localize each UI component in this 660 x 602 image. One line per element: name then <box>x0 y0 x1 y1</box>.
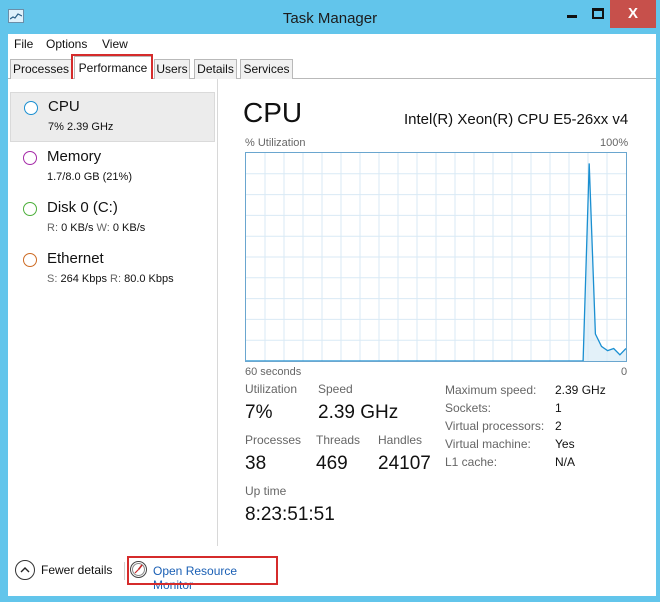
cpu-detail-pane: CPU Intel(R) Xeon(R) CPU E5-26xx v4 % Ut… <box>219 79 656 546</box>
performance-panel: CPU 7% 2.39 GHz Memory 1.7/8.0 GB (21%) … <box>8 79 656 546</box>
threads-label: Threads <box>316 433 361 447</box>
read-label: R: <box>47 222 58 234</box>
minimize-button[interactable] <box>558 0 586 28</box>
close-icon: X <box>627 5 638 22</box>
read-value: 0 KB/s <box>61 222 94 234</box>
sidebar-item-label: CPU <box>48 98 80 115</box>
virtual-processors-label: Virtual processors: <box>445 419 545 433</box>
menu-bar: File Options View <box>8 34 656 55</box>
tab-strip: Processes Performance Users Details Serv… <box>8 54 656 81</box>
open-resource-monitor-link[interactable]: Open Resource Monitor <box>127 556 278 592</box>
utilization-graph-label: % Utilization <box>245 137 306 149</box>
virtual-machine-value: Yes <box>555 437 575 451</box>
cpu-heading: CPU <box>243 97 303 128</box>
write-value: 0 KB/s <box>112 222 146 234</box>
menu-view[interactable]: View <box>102 37 128 51</box>
handles-value: 24107 <box>378 453 431 474</box>
sidebar-item-cpu[interactable]: CPU 7% 2.39 GHz <box>10 92 215 142</box>
virtual-processors-value: 2 <box>555 419 562 433</box>
menu-file[interactable]: File <box>14 37 33 51</box>
max-speed-value: 2.39 GHz <box>555 383 606 397</box>
graph-zero-label: 0 <box>621 366 628 378</box>
fewer-details-label: Fewer details <box>41 563 113 577</box>
minimize-icon <box>567 15 577 18</box>
disk-indicator-icon <box>23 202 37 216</box>
title-bar[interactable]: Task Manager X <box>0 0 660 34</box>
handles-label: Handles <box>378 433 423 447</box>
threads-value: 469 <box>316 453 348 474</box>
graph-time-label: 60 seconds <box>245 366 302 378</box>
menu-options[interactable]: Options <box>46 37 87 51</box>
maximize-icon <box>592 8 604 19</box>
l1-cache-value: N/A <box>555 455 576 469</box>
sidebar-item-label: Disk 0 (C:) <box>47 199 118 216</box>
sidebar-item-detail: S: 264 Kbps R: 80.0 Kbps <box>47 273 174 285</box>
receive-label: R: <box>110 273 122 285</box>
sidebar-item-detail: 1.7/8.0 GB (21%) <box>47 171 132 183</box>
uptime-label: Up time <box>245 484 287 498</box>
processes-value: 38 <box>245 453 267 474</box>
tab-services[interactable]: Services <box>240 59 293 79</box>
cpu-indicator-icon <box>24 101 38 115</box>
speed-label: Speed <box>318 382 353 396</box>
cpu-model-name: Intel(R) Xeon(R) CPU E5-26xx v4 <box>404 111 629 128</box>
ethernet-indicator-icon <box>23 253 37 267</box>
speed-value: 2.39 GHz <box>318 402 399 423</box>
task-manager-window: Task Manager X File Options View Process… <box>0 0 660 602</box>
receive-value: 80.0 Kbps <box>124 273 174 285</box>
processes-label: Processes <box>245 433 302 447</box>
sidebar-item-detail: R: 0 KB/s W: 0 KB/s <box>47 222 145 234</box>
tab-processes[interactable]: Processes <box>10 59 72 79</box>
tab-users[interactable]: Users <box>154 59 190 79</box>
write-label: W: <box>96 222 110 234</box>
graph-max-label: 100% <box>600 137 629 149</box>
performance-tab-highlight <box>71 54 153 81</box>
sidebar-item-label: Ethernet <box>47 250 104 267</box>
max-speed-label: Maximum speed: <box>445 383 537 397</box>
utilization-value: 7% <box>245 402 273 423</box>
cpu-graph-svg <box>246 153 626 361</box>
sidebar-item-memory[interactable]: Memory 1.7/8.0 GB (21%) <box>10 143 215 193</box>
sockets-value: 1 <box>555 401 562 415</box>
chevron-up-icon <box>15 560 35 580</box>
send-label: S: <box>47 273 58 285</box>
utilization-label: Utilization <box>245 382 298 396</box>
fewer-details-button[interactable]: Fewer details <box>15 560 121 582</box>
uptime-value: 8:23:51:51 <box>245 504 335 525</box>
memory-indicator-icon <box>23 151 37 165</box>
virtual-machine-label: Virtual machine: <box>445 437 531 451</box>
footer-bar: Fewer details Open Resource Monitor <box>8 546 656 596</box>
cpu-utilization-graph <box>245 152 627 362</box>
client-area: File Options View Processes Performance … <box>8 34 656 596</box>
sockets-label: Sockets: <box>445 401 492 415</box>
sidebar-item-ethernet[interactable]: Ethernet S: 264 Kbps R: 80.0 Kbps <box>10 245 215 295</box>
tab-details[interactable]: Details <box>194 59 237 79</box>
close-button[interactable]: X <box>610 0 656 28</box>
footer-separator <box>124 562 125 580</box>
resource-monitor-highlight <box>127 556 278 585</box>
resource-sidebar: CPU 7% 2.39 GHz Memory 1.7/8.0 GB (21%) … <box>8 79 218 546</box>
sidebar-item-label: Memory <box>47 148 102 165</box>
send-value: 264 Kbps <box>60 273 107 285</box>
l1-cache-label: L1 cache: <box>445 455 498 469</box>
sidebar-item-disk[interactable]: Disk 0 (C:) R: 0 KB/s W: 0 KB/s <box>10 194 215 244</box>
maximize-button[interactable] <box>584 0 612 28</box>
sidebar-item-detail: 7% 2.39 GHz <box>48 121 114 133</box>
